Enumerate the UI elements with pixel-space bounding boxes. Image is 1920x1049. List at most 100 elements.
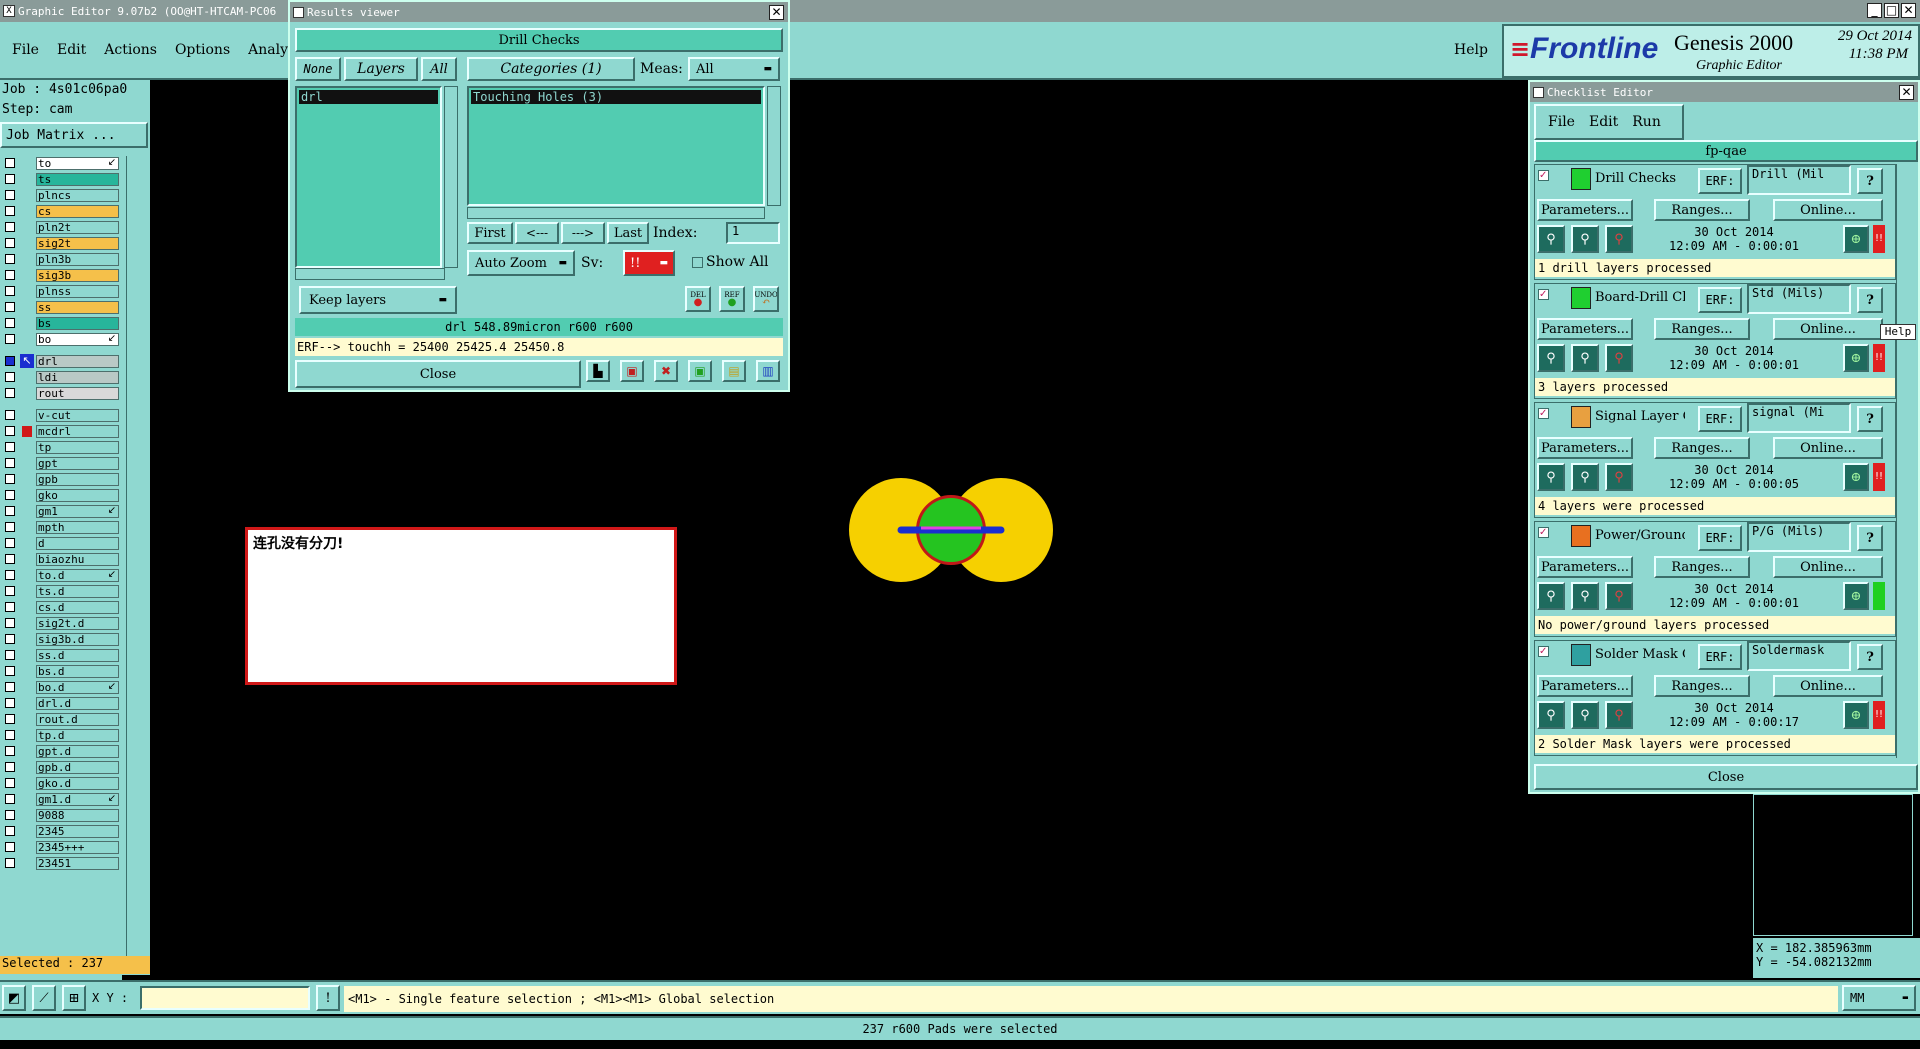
layer-name[interactable]: to — [36, 157, 119, 170]
keep-layers-dropdown[interactable]: Keep layers ▬ — [299, 286, 457, 314]
layer-row[interactable]: v-cut — [0, 408, 122, 423]
zoom-icon[interactable]: ⊕ — [1843, 701, 1869, 729]
layer-name[interactable]: gpt.d — [36, 745, 119, 758]
erf-field[interactable]: Std (Mils) — [1747, 284, 1851, 314]
maximize-icon[interactable]: □ — [1884, 3, 1899, 18]
measure-tool-icon[interactable]: ⟋ — [32, 985, 56, 1011]
menu-help[interactable]: Help — [1454, 42, 1488, 58]
layer-name[interactable]: bs — [36, 317, 119, 330]
severity-dropdown[interactable]: !! ▬ — [623, 250, 675, 276]
layer-row[interactable]: sig3b.d — [0, 632, 122, 647]
all-button[interactable]: All — [421, 57, 457, 81]
erf-field[interactable]: Soldermask — [1747, 641, 1851, 671]
select-tool-icon[interactable]: ◩ — [2, 985, 26, 1011]
layer-row[interactable]: 9088 — [0, 808, 122, 823]
layer-checkbox[interactable] — [5, 826, 15, 836]
zoom-icon[interactable]: ⊕ — [1843, 344, 1869, 372]
layer-name[interactable]: gpb — [36, 473, 119, 486]
run-interactive-icon[interactable]: ⚲ — [1571, 582, 1599, 610]
layer-checkbox[interactable] — [5, 746, 15, 756]
layer-name[interactable]: to.d — [36, 569, 119, 582]
layer-row[interactable]: gm1 ↙ — [0, 504, 122, 519]
action-name[interactable]: Power/Ground C — [1595, 528, 1685, 543]
layer-checkbox[interactable] — [5, 270, 15, 280]
ranges-button[interactable]: Ranges... — [1654, 318, 1750, 340]
categories-tab[interactable]: Categories (1) — [467, 57, 635, 81]
layer-checkbox[interactable] — [5, 442, 15, 452]
layer-row[interactable]: rout.d — [0, 712, 122, 727]
run-icon[interactable]: ⚲ — [1537, 582, 1565, 610]
layer-name[interactable]: sig2t.d — [36, 617, 119, 630]
layer-checkbox[interactable] — [5, 302, 15, 312]
layer-name[interactable]: 23451 — [36, 857, 119, 870]
run-interactive-icon[interactable]: ⚲ — [1571, 701, 1599, 729]
results-close-button[interactable]: Close — [295, 360, 581, 388]
layer-row[interactable]: mpth — [0, 520, 122, 535]
graphic-features[interactable] — [845, 470, 1065, 590]
parameters-button[interactable]: Parameters... — [1537, 675, 1633, 697]
parameters-button[interactable]: Parameters... — [1537, 318, 1633, 340]
layer-checkbox[interactable] — [5, 356, 15, 366]
layer-name[interactable]: ts — [36, 173, 119, 186]
layer-checkbox[interactable] — [5, 682, 15, 692]
menu-file[interactable]: File — [12, 42, 39, 58]
layer-checkbox[interactable] — [5, 372, 15, 382]
zoom-icon[interactable]: ⊕ — [1843, 463, 1869, 491]
layer-checkbox[interactable] — [5, 554, 15, 564]
layer-checkbox[interactable] — [5, 762, 15, 772]
zoom-icon[interactable]: ⊕ — [1843, 225, 1869, 253]
layer-checkbox[interactable] — [5, 858, 15, 868]
prev-button[interactable]: <--- — [515, 222, 559, 244]
layer-row[interactable]: gpt.d — [0, 744, 122, 759]
layer-checkbox[interactable] — [5, 458, 15, 468]
layer-row[interactable]: bo ↙ — [0, 332, 122, 347]
run-icon[interactable]: ⚲ — [1537, 225, 1565, 253]
auto-zoom-dropdown[interactable]: Auto Zoom ▬ — [467, 250, 575, 276]
help-button[interactable]: ? — [1857, 168, 1883, 194]
layer-row[interactable]: biaozhu — [0, 552, 122, 567]
layer-row[interactable]: tp.d — [0, 728, 122, 743]
layer-checkbox[interactable] — [5, 714, 15, 724]
del-button[interactable]: DEL ● — [685, 286, 711, 312]
action-name[interactable]: Solder Mask Ch — [1595, 647, 1685, 662]
layer-checkbox[interactable] — [5, 254, 15, 264]
layer-row[interactable]: plnss — [0, 284, 122, 299]
first-button[interactable]: First — [467, 222, 513, 244]
layer-checkbox[interactable] — [5, 334, 15, 344]
layer-name[interactable]: mpth — [36, 521, 119, 534]
layer-name[interactable]: v-cut — [36, 409, 119, 422]
layer-row[interactable]: gpb — [0, 472, 122, 487]
layer-row[interactable]: pln3b — [0, 252, 122, 267]
layer-row[interactable]: gpb.d — [0, 760, 122, 775]
layer-row[interactable]: cs.d — [0, 600, 122, 615]
ref-button[interactable]: REF ● — [719, 286, 745, 312]
item-checkbox[interactable]: ✓ — [1538, 170, 1549, 181]
layer-checkbox[interactable] — [5, 174, 15, 184]
layer-row[interactable]: ↖ drl — [0, 354, 122, 369]
layer-row[interactable]: sig3b — [0, 268, 122, 283]
parameters-button[interactable]: Parameters... — [1537, 199, 1633, 221]
layer-name[interactable]: drl.d — [36, 697, 119, 710]
run-error-icon[interactable]: ⚲ — [1605, 344, 1633, 372]
layer-name[interactable]: bo.d — [36, 681, 119, 694]
layer-row[interactable]: ts.d — [0, 584, 122, 599]
online-button[interactable]: Online... — [1773, 675, 1883, 697]
layer-row[interactable]: cs — [0, 204, 122, 219]
minimize-icon[interactable]: _ — [1867, 3, 1882, 18]
layer-row[interactable]: 23451 — [0, 856, 122, 871]
layer-name[interactable]: tp.d — [36, 729, 119, 742]
layer-listbox[interactable]: drl — [295, 86, 442, 268]
layer-name[interactable]: d — [36, 537, 119, 550]
category-item[interactable]: Touching Holes (3) — [471, 90, 761, 104]
erf-field[interactable]: P/G (Mils) — [1747, 522, 1851, 552]
histogram-icon[interactable]: ▙ — [586, 360, 610, 382]
layer-checkbox[interactable] — [5, 666, 15, 676]
run-error-icon[interactable]: ⚲ — [1605, 463, 1633, 491]
layer-name[interactable]: gm1 — [36, 505, 119, 518]
ranges-button[interactable]: Ranges... — [1654, 556, 1750, 578]
layer-name[interactable]: plnss — [36, 285, 119, 298]
ranges-button[interactable]: Ranges... — [1654, 199, 1750, 221]
none-button[interactable]: None — [295, 57, 341, 81]
layer-checkbox[interactable] — [5, 602, 15, 612]
layer-row[interactable]: rout — [0, 386, 122, 401]
